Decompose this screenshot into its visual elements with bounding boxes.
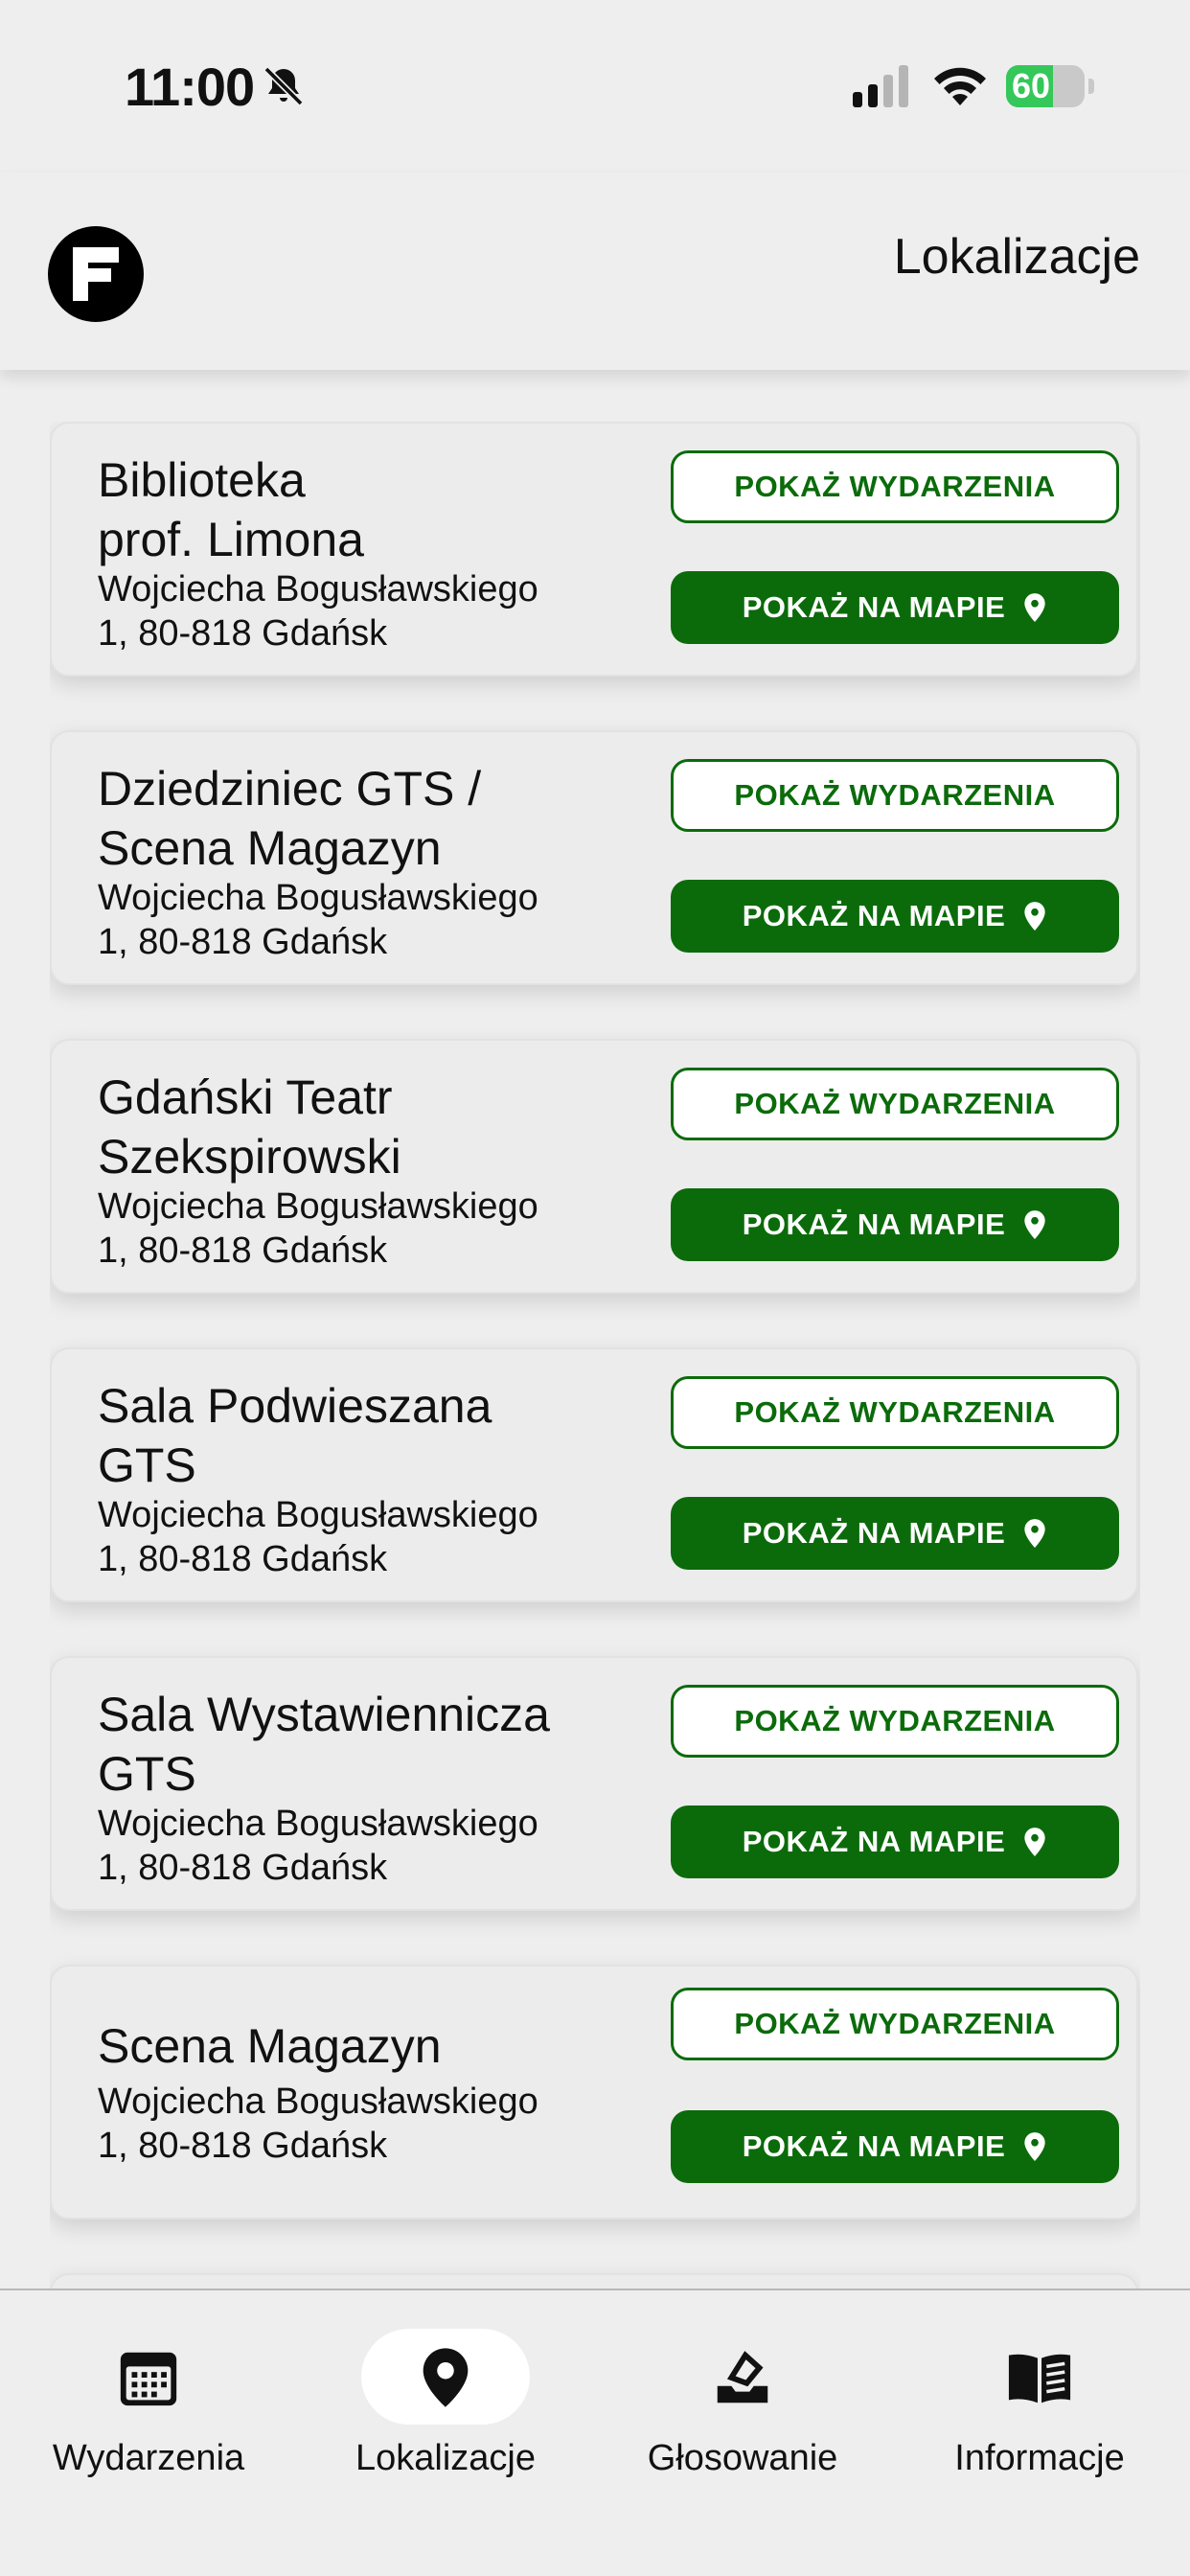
location-card: Biblioteka prof. Limona Wojciecha Bogusław… bbox=[50, 422, 1138, 677]
show-on-map-label: POKAŻ NA MAPIE bbox=[742, 1208, 1006, 1241]
location-address: Wojciecha Bogusławskiego 1, 80-818 Gdańsk bbox=[98, 2080, 634, 2168]
app-header: Lokalizacje bbox=[0, 172, 1190, 370]
show-on-map-button[interactable]: POKAŻ NA MAPIE bbox=[671, 1188, 1119, 1261]
location-card: Sala Wystawiennicza GTS Wojciecha Bogusław… bbox=[50, 1656, 1138, 1911]
bell-slash-icon bbox=[263, 66, 304, 106]
location-name: Gdański Teatr Szekspirowski bbox=[98, 1068, 634, 1186]
location-address: Wojciecha Bogusławskiego 1, 80-818 Gdańsk bbox=[98, 1184, 634, 1273]
location-list[interactable]: Biblioteka prof. Limona Wojciecha Bogusław… bbox=[50, 422, 1140, 2290]
location-address-line: Wojciecha Bogusławskiego bbox=[98, 878, 538, 918]
location-name-line: Szekspirowski bbox=[98, 1130, 401, 1184]
location-address-line: 1, 80-818 Gdańsk bbox=[98, 1848, 388, 1888]
show-on-map-label: POKAŻ NA MAPIE bbox=[742, 590, 1006, 624]
location-address-line: 1, 80-818 Gdańsk bbox=[98, 613, 388, 654]
location-address-line: Wojciecha Bogusławskiego bbox=[98, 1495, 538, 1535]
location-name-line: GTS bbox=[98, 1438, 196, 1492]
location-name: Scena Magazyn bbox=[98, 2016, 634, 2076]
show-on-map-button[interactable]: POKAŻ NA MAPIE bbox=[671, 571, 1119, 644]
map-pin-icon bbox=[1024, 1828, 1045, 1856]
show-events-button[interactable]: POKAŻ WYDARZENIA bbox=[671, 1988, 1119, 2060]
show-on-map-label: POKAŻ NA MAPIE bbox=[742, 1825, 1006, 1858]
map-pin-icon bbox=[1024, 1519, 1045, 1548]
location-name-line: Gdański Teatr bbox=[98, 1070, 393, 1124]
calendar-icon bbox=[120, 2352, 177, 2406]
show-on-map-label: POKAŻ NA MAPIE bbox=[742, 899, 1006, 932]
location-name-line: Biblioteka bbox=[98, 453, 306, 507]
show-events-button[interactable]: POKAŻ WYDARZENIA bbox=[671, 1685, 1119, 1758]
show-events-label: POKAŻ WYDARZENIA bbox=[734, 1704, 1056, 1737]
location-pin-icon bbox=[423, 2348, 469, 2407]
location-name: Sala Podwieszana GTS bbox=[98, 1376, 634, 1495]
map-pin-icon bbox=[1024, 2132, 1045, 2161]
location-name: Dziedziniec GTS / Scena Magazyn bbox=[98, 759, 634, 878]
location-name-line: Sala Wystawiennicza bbox=[98, 1688, 550, 1741]
tab-glosowanie[interactable]: Głosowanie bbox=[594, 2308, 891, 2499]
show-events-button[interactable]: POKAŻ WYDARZENIA bbox=[671, 759, 1119, 832]
bottom-nav: Wydarzenia Lokalizacje Głosowanie Inform… bbox=[0, 2288, 1190, 2576]
battery-charging-icon: 60 bbox=[1006, 65, 1094, 107]
location-card: Sala Podwieszana GTS Wojciecha Bogusławski… bbox=[50, 1347, 1138, 1602]
location-card: Scena Magazyn Wojciecha Bogusławskiego 1, … bbox=[50, 1965, 1138, 2220]
tab-informacje[interactable]: Informacje bbox=[891, 2308, 1188, 2499]
show-on-map-label: POKAŻ NA MAPIE bbox=[742, 2129, 1006, 2163]
show-on-map-button[interactable]: POKAŻ NA MAPIE bbox=[671, 1806, 1119, 1878]
app-screen: 11:00 60 Lokalizacje Biblioteka prof. Li… bbox=[0, 0, 1190, 2576]
tab-label: Informacje bbox=[954, 2438, 1125, 2478]
location-address: Wojciecha Bogusławskiego 1, 80-818 Gdańsk bbox=[98, 876, 634, 964]
show-on-map-button[interactable]: POKAŻ NA MAPIE bbox=[671, 880, 1119, 953]
location-address: Wojciecha Bogusławskiego 1, 80-818 Gdańsk bbox=[98, 1493, 634, 1581]
signal-icon bbox=[853, 65, 908, 107]
location-address-line: 1, 80-818 Gdańsk bbox=[98, 1230, 388, 1271]
location-name-line: Scena Magazyn bbox=[98, 2019, 442, 2073]
f-logo-icon[interactable] bbox=[48, 226, 144, 322]
show-events-button[interactable]: POKAŻ WYDARZENIA bbox=[671, 1068, 1119, 1140]
ballot-box-icon bbox=[717, 2351, 768, 2404]
tab-label: Wydarzenia bbox=[52, 2438, 245, 2478]
open-book-icon bbox=[1008, 2354, 1071, 2404]
map-pin-icon bbox=[1024, 1210, 1045, 1239]
location-address-line: 1, 80-818 Gdańsk bbox=[98, 2126, 388, 2166]
location-name-line: Scena Magazyn bbox=[98, 821, 442, 875]
show-on-map-button[interactable]: POKAŻ NA MAPIE bbox=[671, 2110, 1119, 2183]
location-address-line: Wojciecha Bogusławskiego bbox=[98, 1186, 538, 1227]
location-address-line: 1, 80-818 Gdańsk bbox=[98, 922, 388, 962]
location-address: Wojciecha Bogusławskiego 1, 80-818 Gdańsk bbox=[98, 1802, 634, 1890]
show-on-map-label: POKAŻ NA MAPIE bbox=[742, 1516, 1006, 1550]
map-pin-icon bbox=[1024, 902, 1045, 931]
location-name-line: Sala Podwieszana bbox=[98, 1379, 492, 1433]
location-address-line: Wojciecha Bogusławskiego bbox=[98, 569, 538, 610]
location-card: Dziedziniec GTS / Scena Magazyn Wojciecha … bbox=[50, 730, 1138, 985]
location-name-line: prof. Limona bbox=[98, 513, 364, 566]
show-events-label: POKAŻ WYDARZENIA bbox=[734, 778, 1056, 812]
location-address-line: 1, 80-818 Gdańsk bbox=[98, 1539, 388, 1579]
location-name-line: Dziedziniec GTS / bbox=[98, 762, 482, 816]
location-name: Sala Wystawiennicza GTS bbox=[98, 1685, 634, 1804]
show-events-button[interactable]: POKAŻ WYDARZENIA bbox=[671, 450, 1119, 523]
page-title: Lokalizacje bbox=[893, 229, 1140, 285]
map-pin-icon bbox=[1024, 593, 1045, 622]
battery-level: 60 bbox=[1012, 66, 1051, 105]
show-events-label: POKAŻ WYDARZENIA bbox=[734, 1395, 1056, 1429]
show-on-map-button[interactable]: POKAŻ NA MAPIE bbox=[671, 1497, 1119, 1570]
tab-label: Lokalizacje bbox=[355, 2438, 536, 2478]
location-address-line: Wojciecha Bogusławskiego bbox=[98, 1804, 538, 1844]
status-time: 11:00 bbox=[125, 57, 255, 117]
tab-wydarzenia[interactable]: Wydarzenia bbox=[0, 2308, 297, 2499]
status-bar: 11:00 60 bbox=[0, 0, 1190, 172]
show-events-button[interactable]: POKAŻ WYDARZENIA bbox=[671, 1376, 1119, 1449]
tab-lokalizacje[interactable]: Lokalizacje bbox=[297, 2308, 594, 2499]
location-name: Biblioteka prof. Limona bbox=[98, 450, 634, 569]
tab-label: Głosowanie bbox=[647, 2438, 838, 2478]
location-address-line: Wojciecha Bogusławskiego bbox=[98, 2082, 538, 2122]
location-name-line: GTS bbox=[98, 1747, 196, 1801]
show-events-label: POKAŻ WYDARZENIA bbox=[734, 470, 1056, 503]
show-events-label: POKAŻ WYDARZENIA bbox=[734, 2007, 1056, 2040]
location-address: Wojciecha Bogusławskiego 1, 80-818 Gdańsk bbox=[98, 567, 634, 656]
show-events-label: POKAŻ WYDARZENIA bbox=[734, 1087, 1056, 1120]
wifi-icon bbox=[934, 67, 986, 105]
location-card: Gdański Teatr Szekspirowski Wojciecha Bogu… bbox=[50, 1039, 1138, 1294]
